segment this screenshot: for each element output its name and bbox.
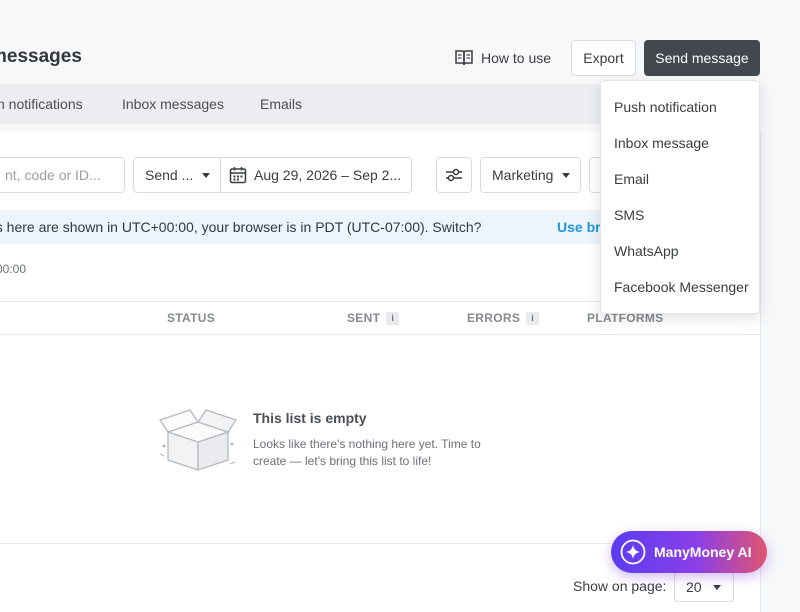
send-type-select[interactable]: Send ... xyxy=(133,157,221,193)
send-message-menu: Push notification Inbox message Email SM… xyxy=(600,80,760,314)
page-size-value: 20 xyxy=(686,579,702,595)
menu-item-facebook-messenger[interactable]: Facebook Messenger xyxy=(614,279,749,295)
ai-assistant-label: ManyMoney AI xyxy=(654,544,752,560)
menu-item-whatsapp[interactable]: WhatsApp xyxy=(614,243,679,259)
empty-state-title: This list is empty xyxy=(253,410,367,426)
column-errors-label: ERRORS xyxy=(467,311,521,325)
menu-item-sms[interactable]: SMS xyxy=(614,207,644,223)
search-placeholder: nt, code or ID... xyxy=(5,167,101,183)
export-button[interactable]: Export xyxy=(571,40,636,76)
ai-assistant-button[interactable]: ManyMoney AI xyxy=(611,531,767,573)
column-status: STATUS xyxy=(167,311,215,325)
empty-state-description: Looks like there's nothing here yet. Tim… xyxy=(253,437,481,468)
table-header-divider xyxy=(0,334,760,335)
column-status-label: STATUS xyxy=(167,311,216,325)
column-errors: ERRORS i xyxy=(467,311,540,325)
date-range-picker[interactable]: Aug 29, 2026 – Sep 2... xyxy=(220,157,412,193)
how-to-use-label: How to use xyxy=(481,50,552,66)
how-to-use-link[interactable]: How to use xyxy=(454,47,551,69)
timezone-notice-text: es here are shown in UTC+00:00, your bro… xyxy=(0,219,482,235)
menu-item-push-notification[interactable]: Push notification xyxy=(614,99,717,115)
sparkle-icon xyxy=(620,539,646,565)
chevron-down-icon xyxy=(713,584,721,590)
date-range-value: Aug 29, 2026 – Sep 2... xyxy=(254,167,402,183)
tab-push-notifications[interactable]: n notifications xyxy=(0,96,83,112)
tab-emails[interactable]: Emails xyxy=(260,96,302,112)
info-icon[interactable]: i xyxy=(386,311,400,325)
calendar-icon xyxy=(229,167,247,184)
category-value: Marketing xyxy=(492,167,554,183)
timezone-notice: es here are shown in UTC+00:00, your bro… xyxy=(0,210,609,244)
sliders-icon xyxy=(446,168,462,182)
chevron-down-icon xyxy=(562,172,570,178)
page-title: messages xyxy=(0,46,82,67)
tab-inbox-messages[interactable]: Inbox messages xyxy=(122,96,224,112)
page-size-select[interactable]: 20 xyxy=(674,572,734,602)
tab-bar: n notifications Inbox messages Emails xyxy=(0,84,600,124)
send-type-value: Send ... xyxy=(145,167,194,183)
menu-item-email[interactable]: Email xyxy=(614,171,649,187)
info-icon[interactable]: i xyxy=(526,311,540,325)
search-input[interactable]: nt, code or ID... xyxy=(0,157,125,193)
timezone-label: 00:00 xyxy=(0,262,27,276)
book-icon xyxy=(455,50,473,66)
filter-settings-button[interactable] xyxy=(436,157,472,193)
category-select[interactable]: Marketing xyxy=(480,157,581,193)
column-sent: SENT i xyxy=(347,311,400,325)
chevron-down-icon xyxy=(202,172,210,178)
show-on-page-label: Show on page: xyxy=(573,578,667,594)
open-box-icon xyxy=(158,409,238,471)
menu-item-inbox-message[interactable]: Inbox message xyxy=(614,135,709,151)
column-sent-label: SENT xyxy=(347,311,381,325)
send-message-button[interactable]: Send message xyxy=(644,40,760,76)
